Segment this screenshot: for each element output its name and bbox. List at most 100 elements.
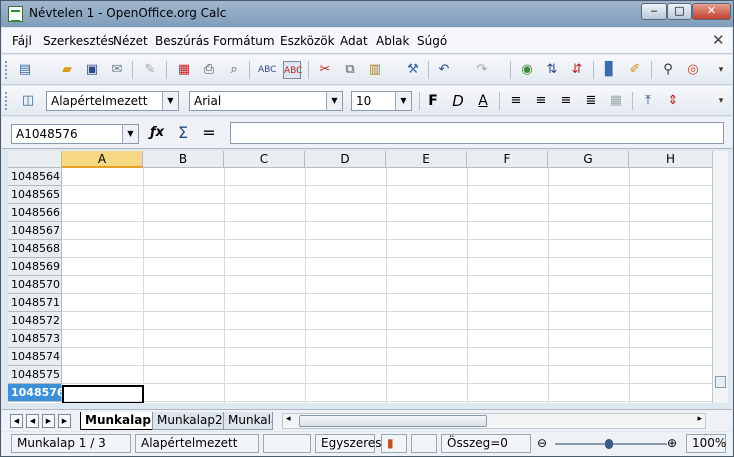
- menu-view[interactable]: Nézet: [113, 34, 148, 48]
- italic-button[interactable]: D: [449, 92, 467, 110]
- chevron-down-icon[interactable]: ▼: [162, 92, 178, 110]
- chart-icon[interactable]: ▊: [601, 61, 619, 79]
- menu-file[interactable]: Fájl: [12, 34, 32, 48]
- formula-input[interactable]: [230, 122, 724, 144]
- grid-row[interactable]: [62, 204, 713, 222]
- align-justify-icon[interactable]: ≣: [582, 92, 600, 110]
- scrollbar-thumb[interactable]: [299, 415, 487, 427]
- email-icon[interactable]: ✉: [108, 61, 126, 79]
- minimize-button[interactable]: ‒: [641, 3, 667, 20]
- column-header-h[interactable]: H: [629, 151, 713, 168]
- row-header[interactable]: 1048574: [8, 348, 62, 366]
- bold-button[interactable]: F: [424, 92, 442, 110]
- row-header[interactable]: 1048568: [8, 240, 62, 258]
- row-header[interactable]: 1048567: [8, 222, 62, 240]
- spreadsheet-grid[interactable]: A B C D E F G H 1048564 1048565 1048566 …: [8, 151, 713, 403]
- menu-edit[interactable]: Szerkesztés: [43, 34, 114, 48]
- grid-row[interactable]: [62, 330, 713, 348]
- grid-row[interactable]: [62, 276, 713, 294]
- menu-format[interactable]: Formátum: [213, 34, 275, 48]
- toolbar-grip[interactable]: [5, 61, 8, 79]
- format-paintbrush-icon[interactable]: ⚒: [404, 61, 422, 79]
- column-header-b[interactable]: B: [143, 151, 224, 168]
- cut-icon[interactable]: ✂: [316, 61, 334, 79]
- align-right-icon[interactable]: ≡: [557, 92, 575, 110]
- column-header-a[interactable]: A: [62, 151, 143, 168]
- menu-tools[interactable]: Eszközök: [280, 34, 335, 48]
- column-header-e[interactable]: E: [386, 151, 467, 168]
- draw-functions-icon[interactable]: ✐: [626, 61, 644, 79]
- copy-icon[interactable]: ⧉: [341, 61, 359, 79]
- grid-row[interactable]: [62, 258, 713, 276]
- toolbar-grip[interactable]: [5, 92, 8, 110]
- grid-row[interactable]: [62, 168, 713, 186]
- style-combobox[interactable]: Alapértelmezett ▼: [46, 91, 179, 111]
- styles-icon[interactable]: ◫: [19, 92, 37, 110]
- grid-row[interactable]: [62, 384, 713, 402]
- scroll-right-icon[interactable]: ▸: [697, 414, 702, 424]
- export-pdf-icon[interactable]: ▦: [175, 61, 193, 79]
- sheet-tab[interactable]: Munkala: [223, 412, 273, 430]
- sum-icon[interactable]: Σ: [174, 124, 192, 142]
- chevron-down-icon[interactable]: ▼: [395, 92, 411, 110]
- spellcheck-icon[interactable]: ABC: [258, 61, 276, 79]
- maximize-button[interactable]: □: [667, 3, 692, 20]
- page-preview-icon[interactable]: ⌕: [225, 61, 243, 79]
- edit-file-icon[interactable]: ✎: [141, 61, 159, 79]
- digital-signature-field[interactable]: [411, 434, 437, 453]
- column-header-f[interactable]: F: [467, 151, 548, 168]
- function-wizard-icon[interactable]: ƒx: [148, 124, 166, 142]
- autospellcheck-icon[interactable]: ABC: [283, 61, 302, 79]
- grid-row[interactable]: [62, 240, 713, 258]
- horizontal-scrollbar[interactable]: ◂ ▸: [282, 413, 706, 429]
- align-center-icon[interactable]: ≡: [532, 92, 550, 110]
- scroll-left-icon[interactable]: ◂: [286, 414, 291, 424]
- toolbar-overflow-icon[interactable]: ▾: [712, 92, 730, 110]
- grid-row[interactable]: [62, 294, 713, 312]
- close-document-icon[interactable]: ✕: [712, 31, 725, 49]
- selected-cell-a1048576[interactable]: [62, 385, 144, 403]
- row-header[interactable]: 1048564: [8, 168, 62, 186]
- selection-mode[interactable]: Egyszeres: [315, 434, 382, 453]
- last-sheet-icon[interactable]: ▶: [58, 414, 71, 428]
- page-style[interactable]: Alapértelmezett: [135, 434, 259, 453]
- zoom-slider-thumb[interactable]: [605, 439, 613, 449]
- previous-sheet-icon[interactable]: ◀: [26, 414, 39, 428]
- underline-button[interactable]: A: [474, 92, 492, 110]
- sort-descending-icon[interactable]: ⇵: [568, 61, 586, 79]
- navigator-icon[interactable]: ◉: [518, 61, 536, 79]
- row-header[interactable]: 1048566: [8, 204, 62, 222]
- column-header-d[interactable]: D: [305, 151, 386, 168]
- font-combobox[interactable]: Arial ▼: [189, 91, 343, 111]
- redo-icon[interactable]: ↷: [473, 61, 491, 79]
- font-size-combobox[interactable]: 10 ▼: [351, 91, 412, 111]
- row-header[interactable]: 1048572: [8, 312, 62, 330]
- grid-row[interactable]: [62, 186, 713, 204]
- toolbar-overflow-icon[interactable]: ▾: [712, 61, 730, 79]
- grid-row[interactable]: [62, 222, 713, 240]
- paste-icon[interactable]: ▥: [366, 61, 384, 79]
- gallery-icon[interactable]: ◎: [684, 61, 702, 79]
- merge-cells-icon[interactable]: ▦: [607, 92, 625, 110]
- name-box[interactable]: A1048576 ▼: [11, 124, 139, 144]
- menu-window[interactable]: Ablak: [376, 34, 409, 48]
- zoom-level[interactable]: 100%: [686, 434, 726, 453]
- open-folder-icon[interactable]: ▰: [58, 61, 76, 79]
- align-vertical-center-icon[interactable]: ⇕: [664, 92, 682, 110]
- column-header-c[interactable]: C: [224, 151, 305, 168]
- grid-row[interactable]: [62, 312, 713, 330]
- menu-insert[interactable]: Beszúrás: [155, 34, 209, 48]
- close-button[interactable]: ✕: [692, 3, 731, 20]
- menu-help[interactable]: Súgó: [417, 34, 447, 48]
- align-top-icon[interactable]: ⤒: [639, 92, 657, 110]
- new-document-icon[interactable]: ▤: [16, 61, 34, 79]
- chevron-down-icon[interactable]: ▼: [122, 125, 138, 143]
- print-icon[interactable]: ⎙: [200, 61, 218, 79]
- sum-field[interactable]: Összeg=0: [441, 434, 531, 453]
- function-button[interactable]: =: [200, 124, 218, 142]
- row-header[interactable]: 1048565: [8, 186, 62, 204]
- row-header[interactable]: 1048569: [8, 258, 62, 276]
- scrollbar-thumb[interactable]: [715, 376, 726, 388]
- row-header[interactable]: 1048575: [8, 366, 62, 384]
- save-icon[interactable]: ▣: [83, 61, 101, 79]
